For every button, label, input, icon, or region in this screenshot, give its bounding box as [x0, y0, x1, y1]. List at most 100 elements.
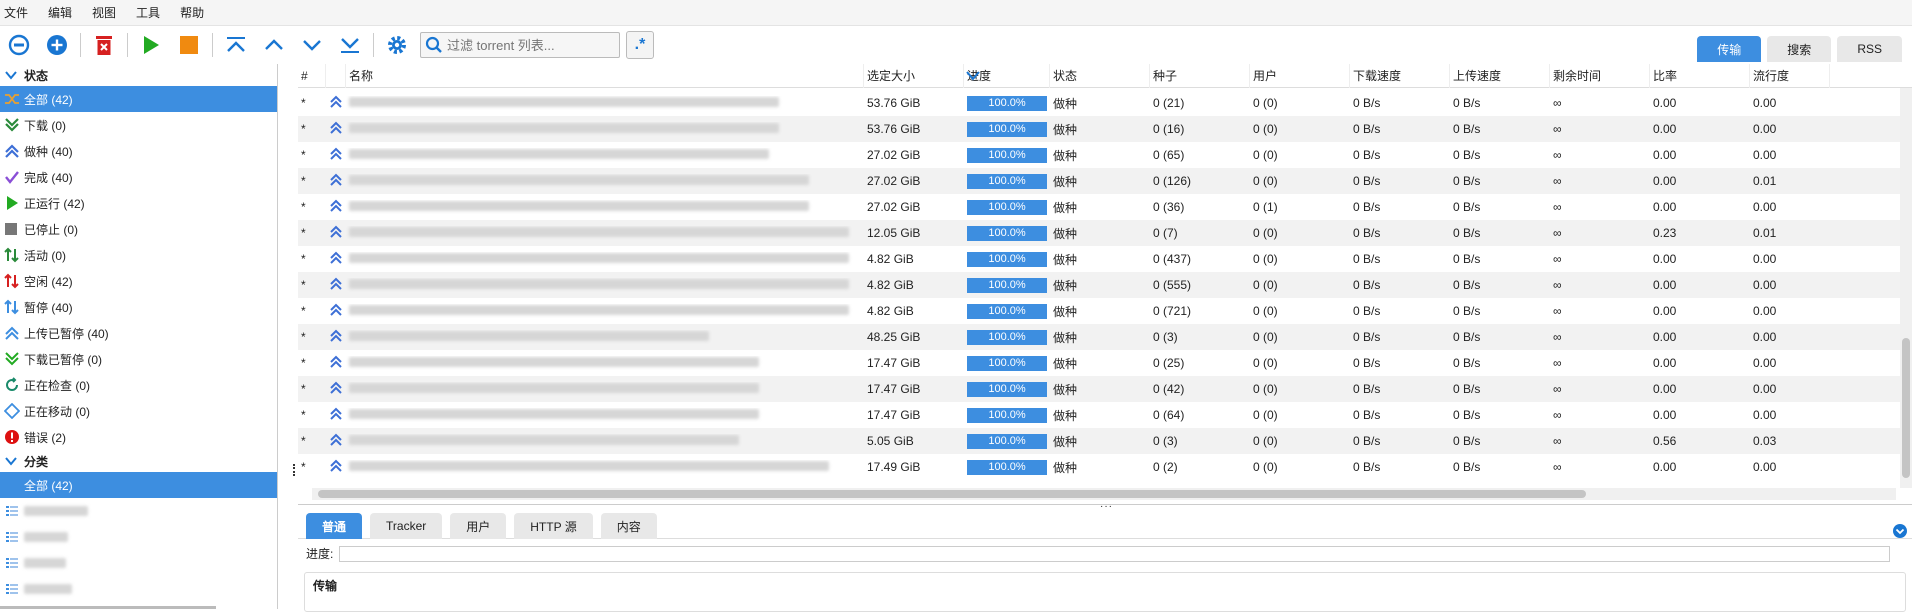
- table-row[interactable]: * 5.05 GiB 100.0% 做种 0 (3) 0 (0) 0 B/s 0 B/s ∞ 0.…: [298, 428, 1912, 454]
- column-header[interactable]: 流行度: [1750, 64, 1830, 88]
- tab-peers[interactable]: 用户: [450, 513, 507, 539]
- dl-speed-cell: 0 B/s: [1353, 304, 1381, 318]
- popularity-cell: 0.01: [1753, 226, 1777, 240]
- menu-help[interactable]: 帮助: [180, 4, 204, 21]
- column-header[interactable]: 用户: [1250, 64, 1350, 88]
- column-header[interactable]: 剩余时间: [1550, 64, 1650, 88]
- regex-icon: .*: [634, 36, 646, 53]
- status-item[interactable]: 下载已暂停 (0): [0, 346, 277, 372]
- panel-splitter-grip[interactable]: ···: [1100, 501, 1113, 512]
- pause-button[interactable]: [174, 30, 204, 60]
- collapse-panel-icon[interactable]: [1892, 523, 1908, 539]
- status-section-header[interactable]: 状态: [0, 64, 277, 86]
- status-item[interactable]: 正在移动 (0): [0, 398, 277, 424]
- column-header[interactable]: 比率: [1650, 64, 1750, 88]
- column-header[interactable]: 上传速度: [1450, 64, 1550, 88]
- table-row[interactable]: * 17.49 GiB 100.0% 做种 0 (2) 0 (0) 0 B/s 0 B/s ∞ 0…: [298, 454, 1912, 480]
- torrent-list-hscroll[interactable]: [312, 488, 1896, 500]
- status-item-label: 做种 (40): [24, 144, 73, 159]
- sidebar-splitter[interactable]: [278, 64, 298, 609]
- move-up-button[interactable]: [259, 30, 289, 60]
- progress-bar: 100.0%: [967, 433, 1047, 449]
- table-row[interactable]: * 17.47 GiB 100.0% 做种 0 (64) 0 (0) 0 B/s 0 B/s ∞…: [298, 402, 1912, 428]
- seeding-status-icon: [326, 225, 346, 242]
- column-header[interactable]: 名称: [346, 64, 864, 88]
- status-item[interactable]: 全部 (42): [0, 86, 277, 112]
- vscroll-thumb[interactable]: [1902, 338, 1910, 478]
- category-item-all[interactable]: 全部 (42): [0, 472, 277, 498]
- table-row[interactable]: * 27.02 GiB 100.0% 做种 0 (65) 0 (0) 0 B/s 0 B/s ∞…: [298, 142, 1912, 168]
- status-item[interactable]: 做种 (40): [0, 138, 277, 164]
- menu-tools[interactable]: 工具: [136, 4, 160, 21]
- menu-file[interactable]: 文件: [4, 4, 28, 21]
- table-row[interactable]: * 12.05 GiB 100.0% 做种 0 (7) 0 (0) 0 B/s 0 B/s ∞ 0…: [298, 220, 1912, 246]
- regex-toggle-button[interactable]: .*: [626, 31, 654, 59]
- status-item[interactable]: 已停止 (0): [0, 216, 277, 242]
- table-row[interactable]: * 4.82 GiB 100.0% 做种 0 (437) 0 (0) 0 B/s 0 B/s ∞…: [298, 246, 1912, 272]
- status-item[interactable]: 空闲 (42): [0, 268, 277, 294]
- name-cell-redacted: [346, 408, 864, 422]
- status-item-label: 活动 (0): [24, 248, 67, 263]
- move-top-button[interactable]: [221, 30, 251, 60]
- ratio-cell: 0.00: [1653, 460, 1677, 474]
- gear-icon: [388, 36, 406, 54]
- move-bottom-button[interactable]: [335, 30, 365, 60]
- column-header[interactable]: 状态: [1050, 64, 1150, 88]
- column-header[interactable]: 选定大小: [864, 64, 964, 88]
- filter-input[interactable]: [447, 34, 617, 56]
- table-row[interactable]: * 4.82 GiB 100.0% 做种 0 (721) 0 (0) 0 B/s 0 B/s ∞…: [298, 298, 1912, 324]
- torrent-list-vscroll[interactable]: [1900, 88, 1912, 488]
- hscroll-thumb[interactable]: [318, 490, 1586, 498]
- stop-square-icon: [180, 36, 198, 54]
- category-item[interactable]: [0, 550, 277, 576]
- tab-content[interactable]: 内容: [600, 513, 657, 539]
- table-row[interactable]: * 27.02 GiB 100.0% 做种 0 (36) 0 (1) 0 B/s 0 B/s ∞…: [298, 194, 1912, 220]
- table-row[interactable]: * 48.25 GiB 100.0% 做种 0 (3) 0 (0) 0 B/s 0 B/s ∞ 0…: [298, 324, 1912, 350]
- menu-edit[interactable]: 编辑: [48, 4, 72, 21]
- table-row[interactable]: * 17.47 GiB 100.0% 做种 0 (42) 0 (0) 0 B/s 0 B/s ∞…: [298, 376, 1912, 402]
- category-item[interactable]: [0, 498, 277, 524]
- status-item[interactable]: 下载 (0): [0, 112, 277, 138]
- filter-search-box[interactable]: [420, 32, 620, 58]
- status-item[interactable]: 完成 (40): [0, 164, 277, 190]
- category-section-header[interactable]: 分类: [0, 450, 277, 472]
- table-row[interactable]: * 53.76 GiB 100.0% 做种 0 (16) 0 (0) 0 B/s 0 B/s ∞…: [298, 116, 1912, 142]
- status-item[interactable]: 错误 (2): [0, 424, 277, 450]
- move-down-button[interactable]: [297, 30, 327, 60]
- status-item[interactable]: 暂停 (40): [0, 294, 277, 320]
- queue-cell: *: [301, 148, 306, 162]
- options-button[interactable]: [382, 30, 412, 60]
- name-cell-redacted: [346, 174, 864, 188]
- add-link-button[interactable]: [4, 30, 34, 60]
- tab-general[interactable]: 普通: [306, 513, 363, 539]
- category-item[interactable]: [0, 524, 277, 550]
- menu-view[interactable]: 视图: [92, 4, 116, 21]
- category-item[interactable]: [0, 576, 277, 602]
- tab-trackers[interactable]: Tracker: [370, 513, 443, 539]
- column-header[interactable]: #: [298, 64, 326, 88]
- table-row[interactable]: * 53.76 GiB 100.0% 做种 0 (21) 0 (0) 0 B/s 0 B/s ∞…: [298, 90, 1912, 116]
- tab-transfers[interactable]: 传输: [1697, 36, 1762, 62]
- status-item[interactable]: 上传已暂停 (40): [0, 320, 277, 346]
- column-header[interactable]: [326, 64, 346, 88]
- ratio-cell: 0.00: [1653, 252, 1677, 266]
- add-torrent-button[interactable]: [42, 30, 72, 60]
- status-item[interactable]: 正在检查 (0): [0, 372, 277, 398]
- seeding-status-icon: [326, 277, 346, 294]
- eta-cell: ∞: [1553, 408, 1562, 422]
- table-row[interactable]: * 17.47 GiB 100.0% 做种 0 (25) 0 (0) 0 B/s 0 B/s ∞…: [298, 350, 1912, 376]
- table-row[interactable]: * 27.02 GiB 100.0% 做种 0 (126) 0 (0) 0 B/s 0 B/s…: [298, 168, 1912, 194]
- table-row[interactable]: * 4.82 GiB 100.0% 做种 0 (555) 0 (0) 0 B/s 0 B/s ∞…: [298, 272, 1912, 298]
- seeds-cell: 0 (25): [1153, 356, 1185, 370]
- status-item[interactable]: 正运行 (42): [0, 190, 277, 216]
- delete-button[interactable]: [89, 30, 119, 60]
- tab-http-sources[interactable]: HTTP 源: [514, 513, 593, 539]
- tab-rss[interactable]: RSS: [1837, 36, 1902, 62]
- column-header[interactable]: 种子: [1150, 64, 1250, 88]
- tab-search[interactable]: 搜索: [1767, 36, 1832, 62]
- resume-button[interactable]: [136, 30, 166, 60]
- column-header[interactable]: 下载速度: [1350, 64, 1450, 88]
- eta-cell: ∞: [1553, 174, 1562, 188]
- queue-cell: *: [301, 408, 306, 422]
- status-item[interactable]: 活动 (0): [0, 242, 277, 268]
